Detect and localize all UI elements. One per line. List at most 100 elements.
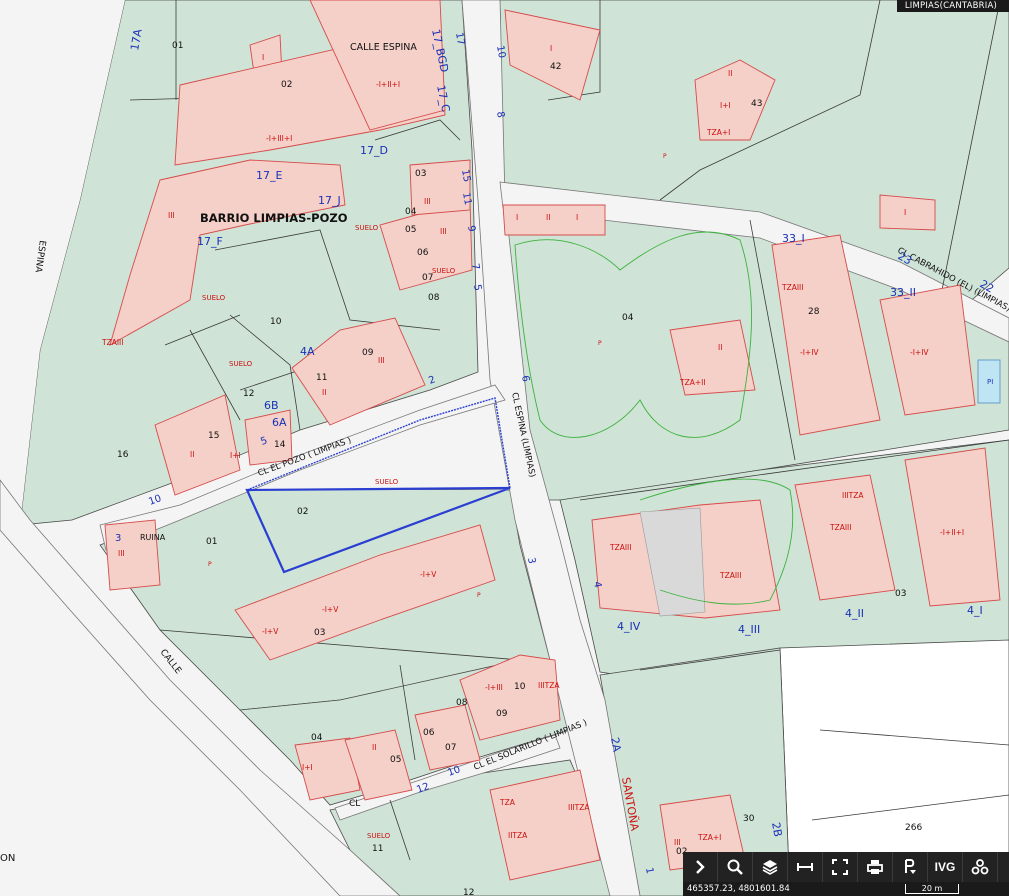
parcel-number: 04	[622, 313, 634, 323]
floor-label: I+I	[230, 451, 241, 460]
map-toolbar: IVG	[683, 852, 1009, 882]
floor-label: III	[168, 211, 175, 220]
land-label: SUELO	[355, 224, 379, 232]
floor-label: -I+V	[420, 570, 437, 579]
land-label: SUELO	[202, 294, 226, 302]
floor-label: III	[424, 197, 431, 206]
building[interactable]	[879, 194, 936, 231]
fullscreen-icon	[832, 859, 848, 875]
building[interactable]	[104, 519, 161, 591]
land-label: P	[598, 340, 602, 347]
floor-label: I	[550, 44, 552, 53]
coordinates-readout: 465357.23, 4801601.84	[687, 884, 790, 894]
parcel-number: 08	[456, 698, 468, 708]
land-label: SUELO	[375, 478, 399, 486]
parcel-number: 09	[362, 348, 374, 358]
fullscreen-button[interactable]	[823, 852, 858, 882]
map-canvas[interactable]: BARRIO LIMPIAS-POZO CALLE ESPINA CL ESPI…	[0, 0, 1009, 896]
layers-button[interactable]	[753, 852, 788, 882]
parcel-number: 12	[243, 389, 254, 399]
building[interactable]	[502, 204, 606, 236]
parcel-number: 12	[463, 888, 474, 896]
parcel-number: 03	[415, 169, 426, 179]
print-button[interactable]	[858, 852, 893, 882]
parcel-number: 01	[206, 537, 217, 547]
municipality-label: LIMPIAS(CANTABRIA)	[896, 0, 1009, 12]
floor-label: I	[516, 213, 518, 222]
floor-label: -I+V	[322, 605, 339, 614]
expand-button[interactable]	[683, 852, 718, 882]
floor-label: -I+II+I	[376, 80, 400, 89]
cadastral-map-viewer[interactable]: BARRIO LIMPIAS-POZO CALLE ESPINA CL ESPI…	[0, 0, 1009, 896]
block-number: 6A	[272, 416, 287, 429]
pointer-button[interactable]	[893, 852, 928, 882]
search-button[interactable]	[718, 852, 753, 882]
parcel-number: 11	[316, 373, 327, 383]
land-label: PI	[987, 378, 993, 386]
floor-label: II	[728, 69, 732, 78]
floor-label: -I+IV	[910, 348, 929, 357]
parcel-number: 16	[117, 450, 129, 460]
floor-label: III	[440, 227, 447, 236]
floor-label: II	[718, 343, 722, 352]
parcel-number: 28	[808, 307, 820, 317]
floor-label: TZAIII	[781, 283, 804, 292]
house-number: 10	[494, 45, 507, 59]
cursor-icon	[905, 859, 916, 874]
street-label: CL	[349, 799, 360, 809]
floor-label: TZAIII	[609, 543, 632, 552]
block-number: 4_IV	[617, 620, 641, 633]
measure-button[interactable]	[788, 852, 823, 882]
floor-label: I+I	[720, 101, 731, 110]
floor-label: TZA+I	[706, 128, 730, 137]
ivg-button[interactable]: IVG	[928, 852, 963, 882]
land-label: SUELO	[367, 832, 391, 840]
parcel-number: 02	[281, 80, 292, 90]
parcel-number: 14	[274, 440, 286, 450]
land-label: P	[663, 153, 667, 160]
house-number: 11	[460, 192, 473, 206]
block-number: 4A	[300, 345, 315, 358]
floor-label: III	[118, 549, 125, 558]
land-label: SUELO	[229, 360, 253, 368]
floor-label: I	[576, 213, 578, 222]
parcel-number: 10	[270, 317, 282, 327]
block-number: 4_III	[738, 623, 760, 636]
block-number: 2B	[769, 821, 784, 838]
parcel-number: 42	[550, 62, 561, 72]
floor-label: TZAIII	[101, 338, 124, 347]
floor-label: -I+IV	[800, 348, 819, 357]
area-label: BARRIO LIMPIAS-POZO	[200, 211, 348, 225]
house-number: 15	[459, 169, 472, 183]
floor-label: -I+V	[262, 627, 279, 636]
parcel-number: 06	[417, 248, 429, 258]
block-number: 4_I	[967, 604, 983, 617]
parcel-number: 03	[895, 589, 906, 599]
floor-label: TZAIII	[719, 571, 742, 580]
printer-icon	[867, 860, 883, 874]
layers-icon	[762, 860, 778, 875]
status-bar: 465357.23, 4801601.84 20 m	[683, 882, 1009, 896]
parcel-number: 08	[428, 293, 440, 303]
floor-label: I	[262, 53, 264, 62]
share-icon	[971, 859, 989, 875]
parcel-number: 30	[743, 814, 755, 824]
building[interactable]	[489, 769, 601, 881]
parcel-number: 15	[208, 431, 219, 441]
block-number: 33_I	[782, 232, 805, 245]
floor-label: III	[674, 838, 681, 847]
floor-label: TZA+II	[679, 378, 706, 387]
block-number: 17_D	[360, 144, 388, 157]
land-label: SUELO	[432, 267, 456, 275]
floor-label: I	[904, 208, 906, 217]
land-label: P	[477, 592, 481, 599]
street-label: ON	[0, 853, 15, 864]
floor-label: IIITZA	[842, 491, 864, 500]
block-number: 4_II	[845, 607, 864, 620]
parcel-number: 01	[172, 41, 183, 51]
house-number: 3	[115, 533, 121, 544]
house-number: 17	[453, 32, 466, 46]
block-number: 17_J	[318, 194, 341, 207]
share-button[interactable]	[963, 852, 998, 882]
floor-label: I+I	[302, 763, 313, 772]
